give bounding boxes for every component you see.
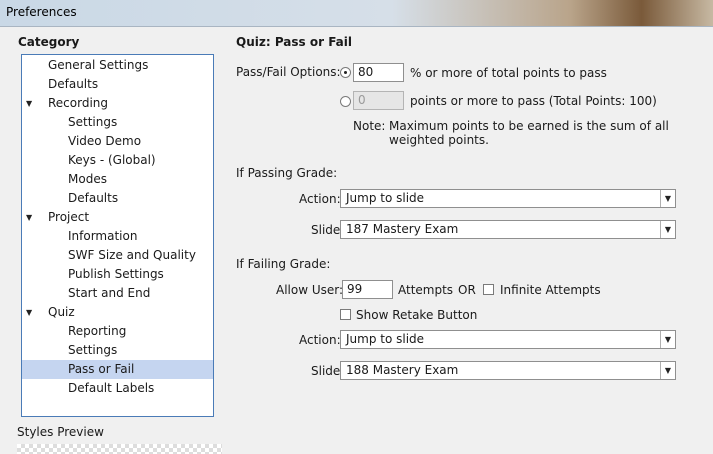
attempts-input[interactable]: 99 <box>342 280 393 299</box>
sidebar-item-label: General Settings <box>48 58 149 72</box>
page-title: Quiz: Pass or Fail <box>236 35 353 49</box>
category-tree[interactable]: General Settings Defaults ▼ Recording Settin… <box>21 54 214 417</box>
failing-action-value: Jump to slide <box>346 332 425 346</box>
pass-fail-options-label: Pass/Fail Options: <box>236 65 341 79</box>
points-input[interactable]: 0 <box>353 91 404 110</box>
styles-preview-swatch <box>17 444 222 454</box>
sidebar-item-label: Settings <box>68 343 118 357</box>
sidebar-item-label: Pass or Fail <box>68 362 135 376</box>
sidebar-item-label: Recording <box>48 96 109 110</box>
chevron-down-icon: ▼ <box>660 331 675 348</box>
passing-slide-label: Slide <box>311 223 341 237</box>
percent-radio[interactable] <box>340 67 351 78</box>
sidebar-item[interactable]: General Settings <box>22 56 213 75</box>
title-bar: Preferences <box>0 0 713 27</box>
sidebar-item-label: Reporting <box>68 324 127 338</box>
expand-arrow-icon[interactable]: ▼ <box>26 303 36 322</box>
sidebar-item-label: Video Demo <box>68 134 142 148</box>
allow-user-label: Allow User: <box>276 283 344 297</box>
window-title: Preferences <box>6 5 77 19</box>
sidebar-item[interactable]: Information <box>22 227 213 246</box>
sidebar-item[interactable]: Video Demo <box>22 132 213 151</box>
note-text-line2: weighted points. <box>389 133 489 147</box>
sidebar-item-label: Default Labels <box>68 381 155 395</box>
chevron-down-icon: ▼ <box>660 221 675 238</box>
sidebar-item-label: Quiz <box>48 305 75 319</box>
passing-action-value: Jump to slide <box>346 191 425 205</box>
show-retake-label: Show Retake Button <box>356 308 478 322</box>
points-radio[interactable] <box>340 96 351 107</box>
sidebar-item-label: Publish Settings <box>68 267 164 281</box>
passing-action-select[interactable]: Jump to slide ▼ <box>340 189 676 208</box>
failing-grade-heading: If Failing Grade: <box>236 257 331 271</box>
failing-action-label: Action: <box>299 333 341 347</box>
chevron-down-icon: ▼ <box>660 190 675 207</box>
failing-slide-value: 188 Mastery Exam <box>346 363 459 377</box>
sidebar-item[interactable]: Start and End <box>22 284 213 303</box>
sidebar-item[interactable]: ▼ Project <box>22 208 213 227</box>
infinite-attempts-checkbox[interactable] <box>483 284 494 295</box>
sidebar-item[interactable]: ▼ Recording <box>22 94 213 113</box>
passing-action-label: Action: <box>299 192 341 206</box>
sidebar-item-label: Start and End <box>68 286 151 300</box>
sidebar-item-label: Settings <box>68 115 118 129</box>
passing-slide-select[interactable]: 187 Mastery Exam ▼ <box>340 220 676 239</box>
sidebar-item[interactable]: Defaults <box>22 189 213 208</box>
or-label: OR <box>458 283 476 297</box>
failing-action-select[interactable]: Jump to slide ▼ <box>340 330 676 349</box>
sidebar-item-label: SWF Size and Quality <box>68 248 196 262</box>
sidebar-item-label: Modes <box>68 172 107 186</box>
sidebar-item[interactable]: SWF Size and Quality <box>22 246 213 265</box>
sidebar-item-label: Project <box>48 210 90 224</box>
styles-preview-label: Styles Preview <box>17 425 104 439</box>
infinite-attempts-label: Infinite Attempts <box>500 283 601 297</box>
attempts-label: Attempts <box>398 283 454 297</box>
failing-slide-select[interactable]: 188 Mastery Exam ▼ <box>340 361 676 380</box>
sidebar-item[interactable]: Defaults <box>22 75 213 94</box>
percent-suffix-label: % or more of total points to pass <box>410 66 607 80</box>
points-suffix-label: points or more to pass (Total Points: 10… <box>410 94 657 108</box>
expand-arrow-icon[interactable]: ▼ <box>26 94 36 113</box>
sidebar-item[interactable]: Settings <box>22 113 213 132</box>
note-text-line1: Maximum points to be earned is the sum o… <box>389 119 669 133</box>
sidebar-item[interactable]: Reporting <box>22 322 213 341</box>
percent-input[interactable]: 80 <box>353 63 404 82</box>
sidebar-item[interactable]: Publish Settings <box>22 265 213 284</box>
sidebar-item-label: Defaults <box>48 77 99 91</box>
sidebar-item[interactable]: Default Labels <box>22 379 213 398</box>
sidebar-item-label: Keys - (Global) <box>68 153 156 167</box>
chevron-down-icon: ▼ <box>660 362 675 379</box>
sidebar-item[interactable]: Modes <box>22 170 213 189</box>
sidebar-item[interactable]: Settings <box>22 341 213 360</box>
passing-grade-heading: If Passing Grade: <box>236 166 338 180</box>
sidebar-item[interactable]: Keys - (Global) <box>22 151 213 170</box>
passing-slide-value: 187 Mastery Exam <box>346 222 459 236</box>
failing-slide-label: Slide <box>311 364 341 378</box>
show-retake-checkbox[interactable] <box>340 309 351 320</box>
expand-arrow-icon[interactable]: ▼ <box>26 208 36 227</box>
category-heading: Category <box>18 35 80 49</box>
sidebar-item-label: Defaults <box>68 191 119 205</box>
note-label: Note: <box>353 119 386 133</box>
sidebar-item-label: Information <box>68 229 138 243</box>
sidebar-item[interactable]: Pass or Fail <box>22 360 213 379</box>
sidebar-item[interactable]: ▼ Quiz <box>22 303 213 322</box>
